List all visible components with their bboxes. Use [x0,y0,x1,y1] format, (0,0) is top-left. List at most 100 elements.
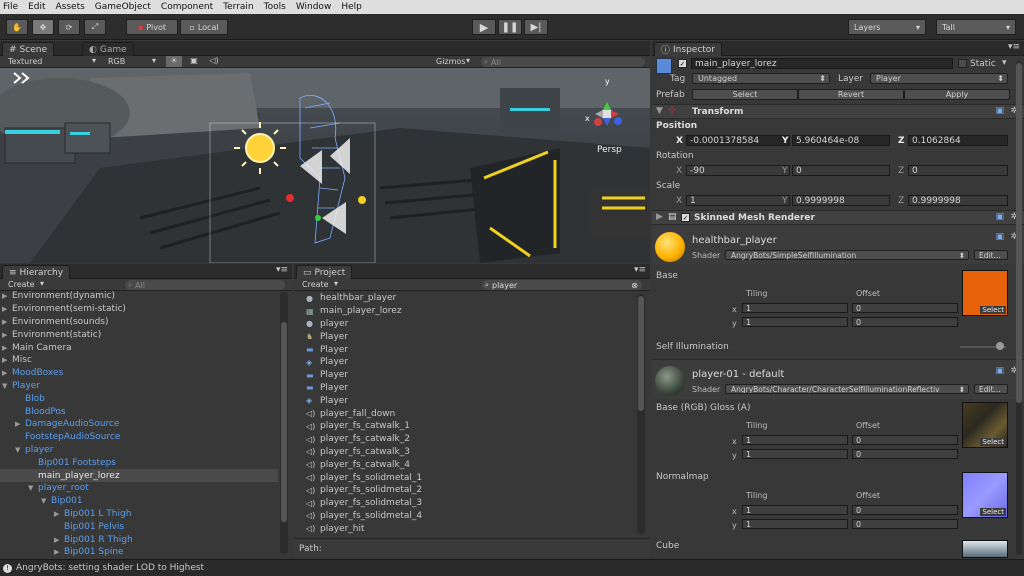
project-item[interactable]: ◁) player_fs_catwalk_1 [294,420,634,433]
prefab-select-button[interactable]: Select [692,89,798,100]
hierarchy-item[interactable]: ▼ Player [0,380,278,393]
project-item[interactable]: ▬ Player [294,382,634,395]
hierarchy-item[interactable]: ▶ Bip001 Spine [0,546,278,558]
help-book-icon[interactable]: ▣ [995,212,1004,222]
hierarchy-item[interactable]: Blob [0,392,278,405]
scale-x-field[interactable]: 1 [686,195,790,206]
material2-tiling-x[interactable]: 1 [742,435,848,445]
hierarchy-item[interactable]: ▶ Environment(sounds) [0,316,278,329]
inspector-scrollbar[interactable] [1016,61,1022,555]
panel-menu-icon[interactable]: ▾≡ [634,265,646,275]
chevron-right-icon[interactable]: ▶ [2,292,10,300]
normalmap-offset-y[interactable]: 0 [852,519,958,529]
lighting-toggle[interactable]: ☀ [166,56,182,67]
object-name-input[interactable]: main_player_lorez [691,58,953,69]
scale-tool-button[interactable]: ⤢ [84,19,106,35]
step-button[interactable]: ▶| [524,19,548,35]
hierarchy-item[interactable]: ▶ Bip001 R Thigh [0,533,278,546]
tag-dropdown[interactable]: Untagged ⬍ [692,73,830,84]
material2-edit-button[interactable]: Edit... [974,384,1008,394]
layers-dropdown[interactable]: Layers ▾ [848,19,926,35]
material2-tiling-y[interactable]: 1 [742,449,848,459]
menu-file[interactable]: File [3,2,18,12]
project-search-input[interactable]: ⌕ player ⊗ [482,280,642,290]
prefab-revert-button[interactable]: Revert [798,89,904,100]
cube-texture-slot[interactable] [962,540,1008,558]
normalmap-texture-slot[interactable]: Select [962,472,1008,518]
project-item[interactable]: ◁) player_fs_solidmetal_3 [294,497,634,510]
chevron-down-icon[interactable]: ▼ [2,382,10,390]
menu-assets[interactable]: Assets [56,2,85,12]
project-item[interactable]: ◁) player_fs_solidmetal_1 [294,471,634,484]
hierarchy-item[interactable]: main_player_lorez [0,469,278,482]
position-y-field[interactable]: 5.960464e-08 [792,135,890,146]
channel-dropdown[interactable]: RGB [108,57,125,66]
chevron-right-icon[interactable]: ▶ [2,369,10,377]
menu-component[interactable]: Component [161,2,213,12]
layout-dropdown[interactable]: Tall ▾ [936,19,1016,35]
project-item[interactable]: ▬ Player [294,369,634,382]
normalmap-offset-x[interactable]: 0 [852,505,958,515]
texture-select-button[interactable]: Select [980,438,1006,446]
texture-select-button[interactable]: Select [980,508,1006,516]
project-item[interactable]: ● healthbar_player [294,292,634,305]
panel-menu-icon[interactable]: ▾≡ [276,265,288,275]
project-item[interactable]: ◁) player_fall_down [294,407,634,420]
hand-tool-button[interactable]: ✋ [6,19,28,35]
scale-y-field[interactable]: 0.9999998 [792,195,890,206]
status-bar[interactable]: ! AngryBots: setting shader LOD to Highe… [0,559,1024,576]
material1-shader-dropdown[interactable]: AngryBots/SimpleSelfIllumination ⬍ [725,250,969,260]
chevron-right-icon[interactable]: ▶ [2,331,10,339]
scene-viewport[interactable]: y x Persp [0,68,650,263]
help-book-icon[interactable]: ▣ [995,366,1004,376]
hierarchy-item[interactable]: ▶ Environment(semi-static) [0,303,278,316]
hierarchy-item[interactable]: ▶ Environment(dynamic) [0,290,278,303]
active-checkbox[interactable]: ✓ [678,59,687,68]
normalmap-tiling-y[interactable]: 1 [742,519,848,529]
material2-shader-dropdown[interactable]: AngryBots/Character/CharacterSelfIllumin… [725,384,969,394]
menu-window[interactable]: Window [296,2,332,12]
help-book-icon[interactable]: ▣ [995,106,1004,116]
menu-edit[interactable]: Edit [28,2,45,12]
menu-tools[interactable]: Tools [264,2,286,12]
menu-terrain[interactable]: Terrain [223,2,253,12]
hierarchy-item[interactable]: FootstepAudioSource [0,431,278,444]
chevron-right-icon[interactable]: ▶ [2,344,10,352]
chevron-down-icon[interactable]: ▾ [1002,58,1007,68]
project-item[interactable]: ◁) player_fs_solidmetal_2 [294,484,634,497]
hierarchy-item[interactable]: BloodPos [0,405,278,418]
hierarchy-item[interactable]: ▶ DamageAudioSource [0,418,278,431]
static-checkbox[interactable] [958,59,967,68]
chevron-down-icon[interactable]: ▼ [28,484,36,492]
menu-help[interactable]: Help [341,2,362,12]
hierarchy-item[interactable]: ▼ Bip001 [0,495,278,508]
hierarchy-item[interactable]: ▼ player [0,444,278,457]
rotate-tool-button[interactable]: ⟳ [58,19,80,35]
chevron-right-icon[interactable]: ▶ [54,510,62,518]
play-button[interactable]: ▶ [472,19,496,35]
position-x-field[interactable]: -0.0001378584 [686,135,790,146]
transform-header[interactable]: ▼ ⊹ Transform ▣ ✲ [652,104,1024,119]
hierarchy-item[interactable]: Bip001 Pelvis [0,520,278,533]
material2-offset-x[interactable]: 0 [852,435,958,445]
chevron-right-icon[interactable]: ▶ [2,318,10,326]
texture-select-button[interactable]: Select [980,306,1006,314]
chevron-down-icon[interactable]: ▼ [15,446,23,454]
tab-game[interactable]: ◐ Game [82,42,134,56]
project-item[interactable]: ◁) player_fs_catwalk_3 [294,446,634,459]
hierarchy-item[interactable]: ▶ Main Camera [0,341,278,354]
project-item[interactable]: ● player [294,318,634,331]
hierarchy-scrollbar[interactable] [280,292,288,554]
project-item[interactable]: ◈ Player [294,356,634,369]
scale-z-field[interactable]: 0.9999998 [908,195,1008,206]
material1-offset-y[interactable]: 0 [852,317,958,327]
material1-offset-x[interactable]: 0 [852,303,958,313]
project-create-dropdown[interactable]: Create [302,280,329,289]
tab-inspector[interactable]: ⓘ Inspector [654,42,722,56]
panel-menu-icon[interactable]: ▾≡ [1008,42,1020,52]
project-item[interactable]: ◈ Player [294,394,634,407]
tab-project[interactable]: ▭ Project [296,265,353,279]
pivot-toggle[interactable]: ▪ Pivot [126,19,178,35]
prefab-apply-button[interactable]: Apply [904,89,1010,100]
base-texture-slot[interactable]: Select [962,270,1008,316]
